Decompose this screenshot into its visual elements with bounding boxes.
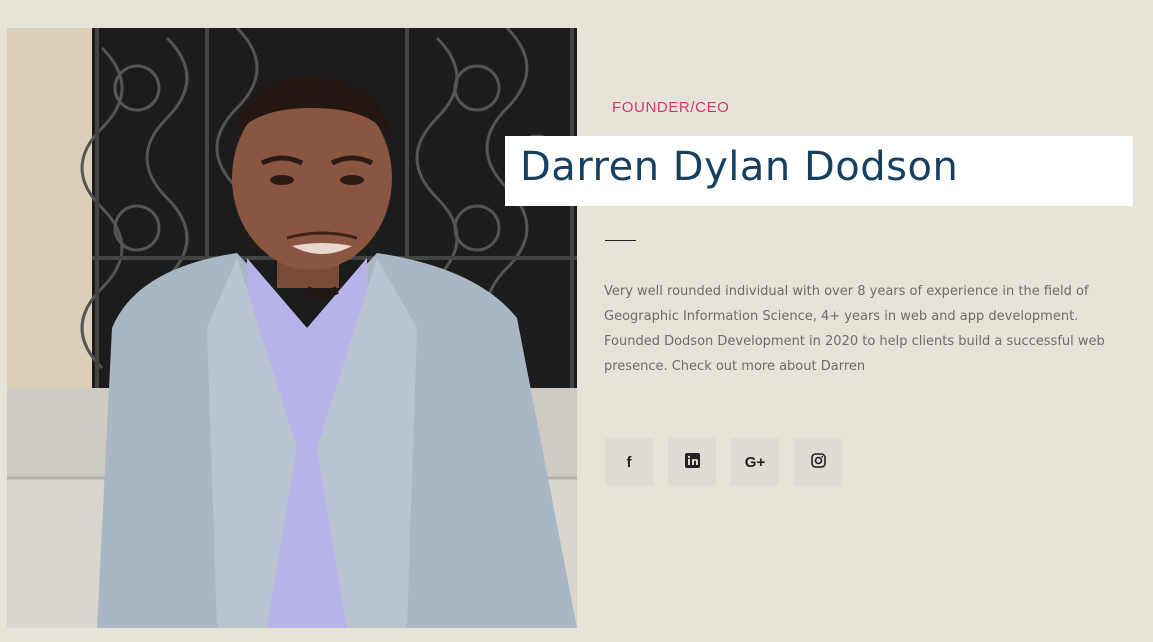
name-banner: Darren Dylan Dodson — [505, 136, 1133, 206]
person-name: Darren Dylan Dodson — [520, 144, 959, 190]
instagram-button[interactable] — [794, 438, 842, 486]
role-label: FOUNDER/CEO — [612, 99, 730, 116]
google-plus-button[interactable]: G+ — [731, 438, 779, 486]
bio-text: Very well rounded individual with over 8… — [604, 284, 1105, 374]
instagram-icon — [810, 453, 826, 471]
google-plus-icon: G+ — [744, 453, 766, 471]
facebook-button[interactable]: f — [605, 438, 653, 486]
social-links: f G+ — [605, 438, 842, 486]
divider — [605, 240, 636, 241]
facebook-icon: f — [626, 453, 632, 471]
linkedin-icon — [684, 453, 700, 471]
profile-photo — [7, 28, 577, 628]
linkedin-button[interactable] — [668, 438, 716, 486]
